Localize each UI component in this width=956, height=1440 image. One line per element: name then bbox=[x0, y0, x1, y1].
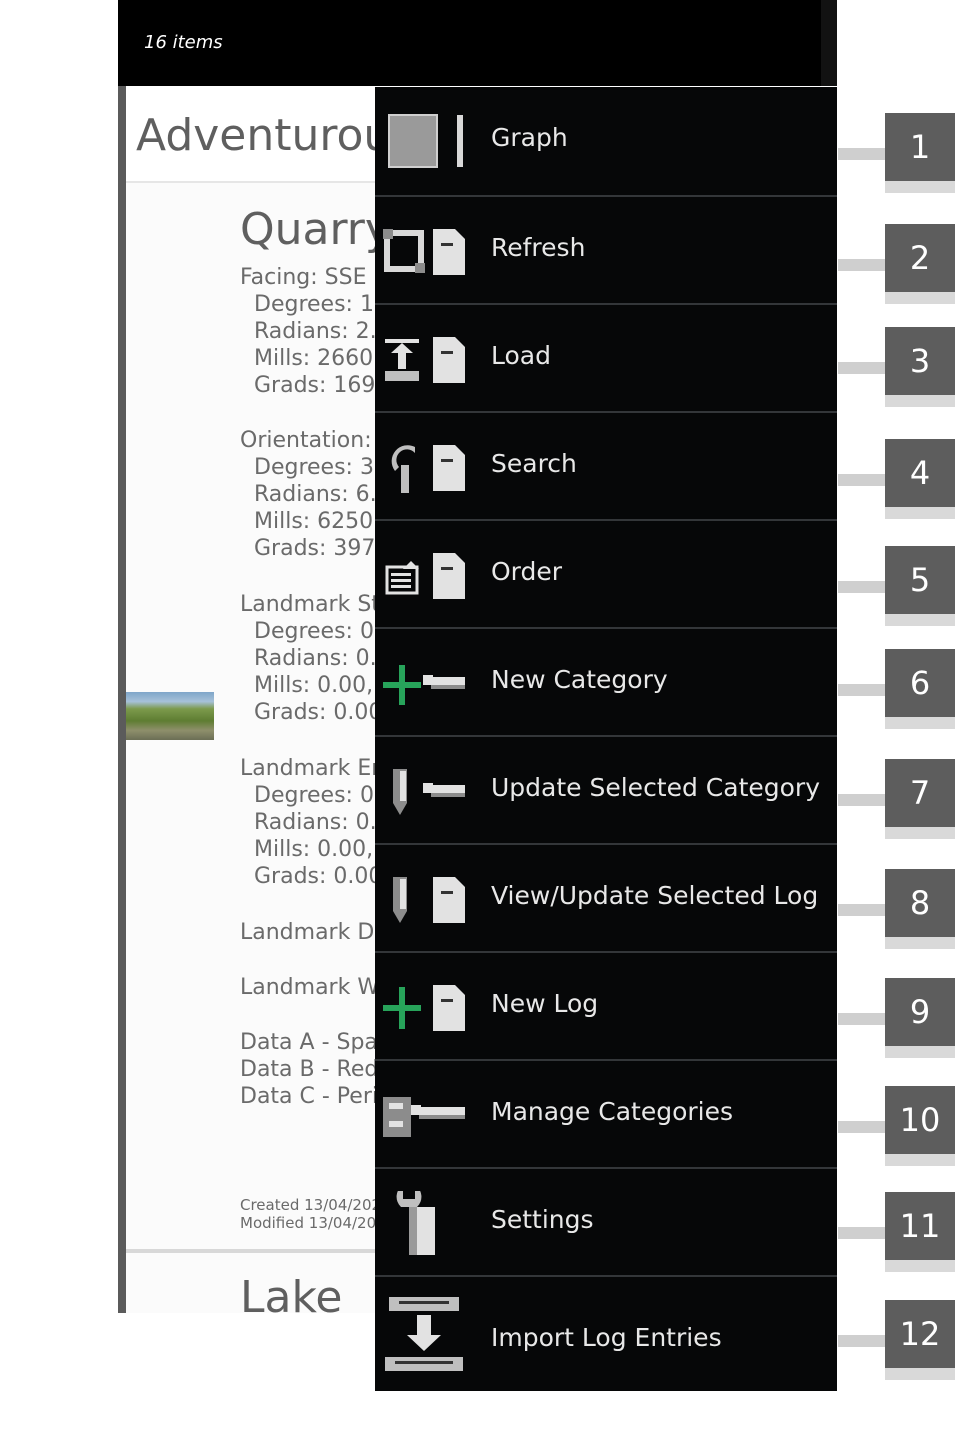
facing-radians: Radians: 2.6 bbox=[254, 319, 391, 344]
refresh-icon bbox=[383, 229, 465, 275]
settings-icon bbox=[396, 1191, 435, 1255]
menu-label: Import Log Entries bbox=[491, 1323, 722, 1352]
menu-label: Search bbox=[491, 449, 577, 478]
menu-label: Update Selected Category bbox=[491, 773, 821, 802]
landmark-end-mills: Mills: 0.00, bbox=[254, 837, 374, 862]
orientation-mills: Mills: 6250. bbox=[254, 509, 381, 534]
update-category-icon bbox=[393, 769, 465, 815]
menu-item-settings[interactable]: Settings bbox=[375, 1167, 837, 1275]
landmark-end-degrees: Degrees: 0.0 bbox=[254, 783, 395, 808]
scroll-indicator bbox=[821, 0, 837, 86]
callout-connector bbox=[838, 1335, 885, 1347]
callout-6: 6 bbox=[885, 649, 955, 729]
callout-connector bbox=[838, 362, 885, 374]
landmark-distance: Landmark Di bbox=[240, 920, 381, 945]
entry-name: Quarry bbox=[240, 204, 391, 255]
callout-5: 5 bbox=[885, 546, 955, 626]
callout-connector bbox=[838, 259, 885, 271]
menu-label: Load bbox=[491, 341, 551, 370]
orientation-grads: Grads: 397. bbox=[254, 536, 383, 561]
landmark-end: Landmark En bbox=[240, 756, 386, 781]
callout-connector bbox=[838, 581, 885, 593]
menu-item-load[interactable]: Load bbox=[375, 303, 837, 411]
modified-date: Modified 13/04/202 bbox=[240, 1214, 386, 1232]
menu-item-new-category[interactable]: New Category bbox=[375, 627, 837, 735]
callout-connector bbox=[838, 1227, 885, 1239]
top-bar: 16 items bbox=[118, 0, 837, 86]
category-title: Adventurous bbox=[136, 110, 415, 161]
orientation-radians: Radians: 6.2 bbox=[254, 482, 391, 507]
callout-connector bbox=[838, 794, 885, 806]
menu-label: New Log bbox=[491, 989, 599, 1018]
view-log-icon bbox=[393, 877, 465, 923]
callout-2: 2 bbox=[885, 224, 955, 304]
callout-12: 12 bbox=[885, 1300, 955, 1380]
menu-label: Settings bbox=[491, 1205, 594, 1234]
landmark-start-radians: Radians: 0.0 bbox=[254, 646, 391, 671]
landmark-end-radians: Radians: 0.0 bbox=[254, 810, 391, 835]
graph-icon bbox=[388, 114, 463, 168]
item-count: 16 items bbox=[144, 32, 223, 53]
menu-label: Refresh bbox=[491, 233, 586, 262]
new-category-icon bbox=[383, 665, 465, 705]
menu-item-search[interactable]: Search bbox=[375, 411, 837, 519]
menu-item-order[interactable]: Order bbox=[375, 519, 837, 627]
callout-connector bbox=[838, 1013, 885, 1025]
menu-item-update-category[interactable]: Update Selected Category bbox=[375, 735, 837, 843]
callout-7: 7 bbox=[885, 759, 955, 839]
callout-connector bbox=[838, 1121, 885, 1133]
facing-degrees: Degrees: 15 bbox=[254, 292, 388, 317]
callout-3: 3 bbox=[885, 327, 955, 407]
load-icon bbox=[385, 337, 465, 383]
landmark-end-grads: Grads: 0.00 bbox=[254, 864, 383, 889]
new-log-icon bbox=[383, 985, 465, 1031]
manage-categories-icon bbox=[383, 1097, 465, 1137]
callout-10: 10 bbox=[885, 1086, 955, 1166]
callout-9: 9 bbox=[885, 978, 955, 1058]
callout-8: 8 bbox=[885, 869, 955, 949]
callout-4: 4 bbox=[885, 439, 955, 519]
landmark-start: Landmark St bbox=[240, 592, 380, 617]
left-accent-bar bbox=[118, 86, 126, 1313]
landmark-start-mills: Mills: 0.00, bbox=[254, 673, 374, 698]
menu-label: Order bbox=[491, 557, 563, 586]
callout-connector bbox=[838, 904, 885, 916]
overflow-menu: Graph Refresh Load Search Order New Cate… bbox=[375, 87, 837, 1391]
menu-item-graph[interactable]: Graph bbox=[375, 87, 837, 195]
orientation-degrees: Degrees: 35 bbox=[254, 455, 388, 480]
data-a: Data A - Spar bbox=[240, 1030, 387, 1055]
created-date: Created 13/04/2025 bbox=[240, 1196, 391, 1214]
menu-item-import[interactable]: Import Log Entries bbox=[375, 1275, 837, 1391]
menu-item-refresh[interactable]: Refresh bbox=[375, 195, 837, 303]
facing-grads: Grads: 169. bbox=[254, 373, 383, 398]
order-icon bbox=[385, 553, 465, 599]
import-icon bbox=[385, 1297, 463, 1371]
callout-connector bbox=[838, 148, 885, 160]
data-c: Data C - Peri bbox=[240, 1084, 378, 1109]
callout-connector bbox=[838, 474, 885, 486]
entry-thumbnail[interactable] bbox=[126, 692, 214, 740]
data-b: Data B - Red bbox=[240, 1057, 379, 1082]
entry-name: Lake bbox=[240, 1272, 343, 1313]
menu-label: Graph bbox=[491, 123, 568, 152]
callout-11: 11 bbox=[885, 1192, 955, 1272]
search-icon bbox=[391, 445, 465, 493]
menu-label: New Category bbox=[491, 665, 668, 694]
callout-1: 1 bbox=[885, 113, 955, 193]
menu-label: View/Update Selected Log bbox=[491, 881, 819, 910]
menu-item-manage-categories[interactable]: Manage Categories bbox=[375, 1059, 837, 1167]
callout-connector bbox=[838, 684, 885, 696]
landmark-start-degrees: Degrees: 0.0 bbox=[254, 619, 395, 644]
menu-item-view-log[interactable]: View/Update Selected Log bbox=[375, 843, 837, 951]
entry-orientation: Orientation: N bbox=[240, 428, 396, 453]
menu-item-new-log[interactable]: New Log bbox=[375, 951, 837, 1059]
landmark-width: Landmark Wi bbox=[240, 975, 385, 1000]
facing-mills: Mills: 2660. bbox=[254, 346, 381, 371]
landmark-start-grads: Grads: 0.00 bbox=[254, 700, 383, 725]
menu-label: Manage Categories bbox=[491, 1097, 734, 1126]
entry-facing: Facing: SSE bbox=[240, 265, 367, 290]
